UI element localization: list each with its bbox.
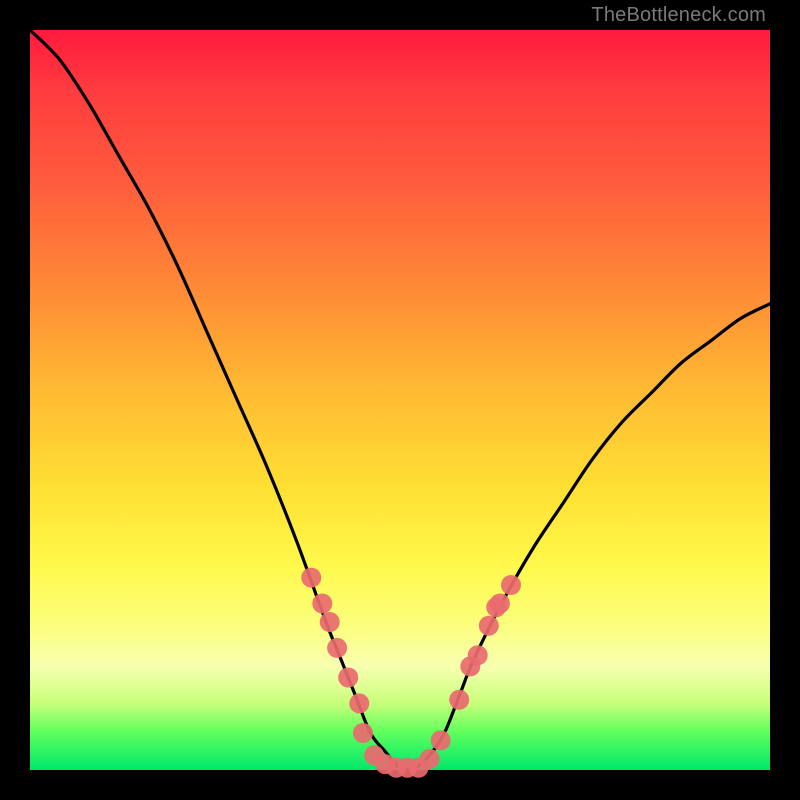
- chart-marker: [479, 616, 499, 636]
- chart-marker: [301, 568, 321, 588]
- chart-marker: [349, 693, 369, 713]
- plot-area: [30, 30, 770, 770]
- chart-frame: TheBottleneck.com: [0, 0, 800, 800]
- chart-marker: [312, 594, 332, 614]
- chart-markers: [301, 568, 521, 778]
- chart-marker: [501, 575, 521, 595]
- chart-marker: [449, 690, 469, 710]
- chart-marker: [490, 594, 510, 614]
- watermark-text: TheBottleneck.com: [591, 4, 766, 27]
- chart-marker: [431, 730, 451, 750]
- chart-marker: [320, 612, 340, 632]
- chart-marker: [327, 638, 347, 658]
- chart-svg: [30, 30, 770, 770]
- bottleneck-curve: [30, 30, 770, 770]
- chart-marker: [338, 668, 358, 688]
- chart-marker: [468, 645, 488, 665]
- chart-marker: [420, 749, 440, 769]
- chart-marker: [353, 723, 373, 743]
